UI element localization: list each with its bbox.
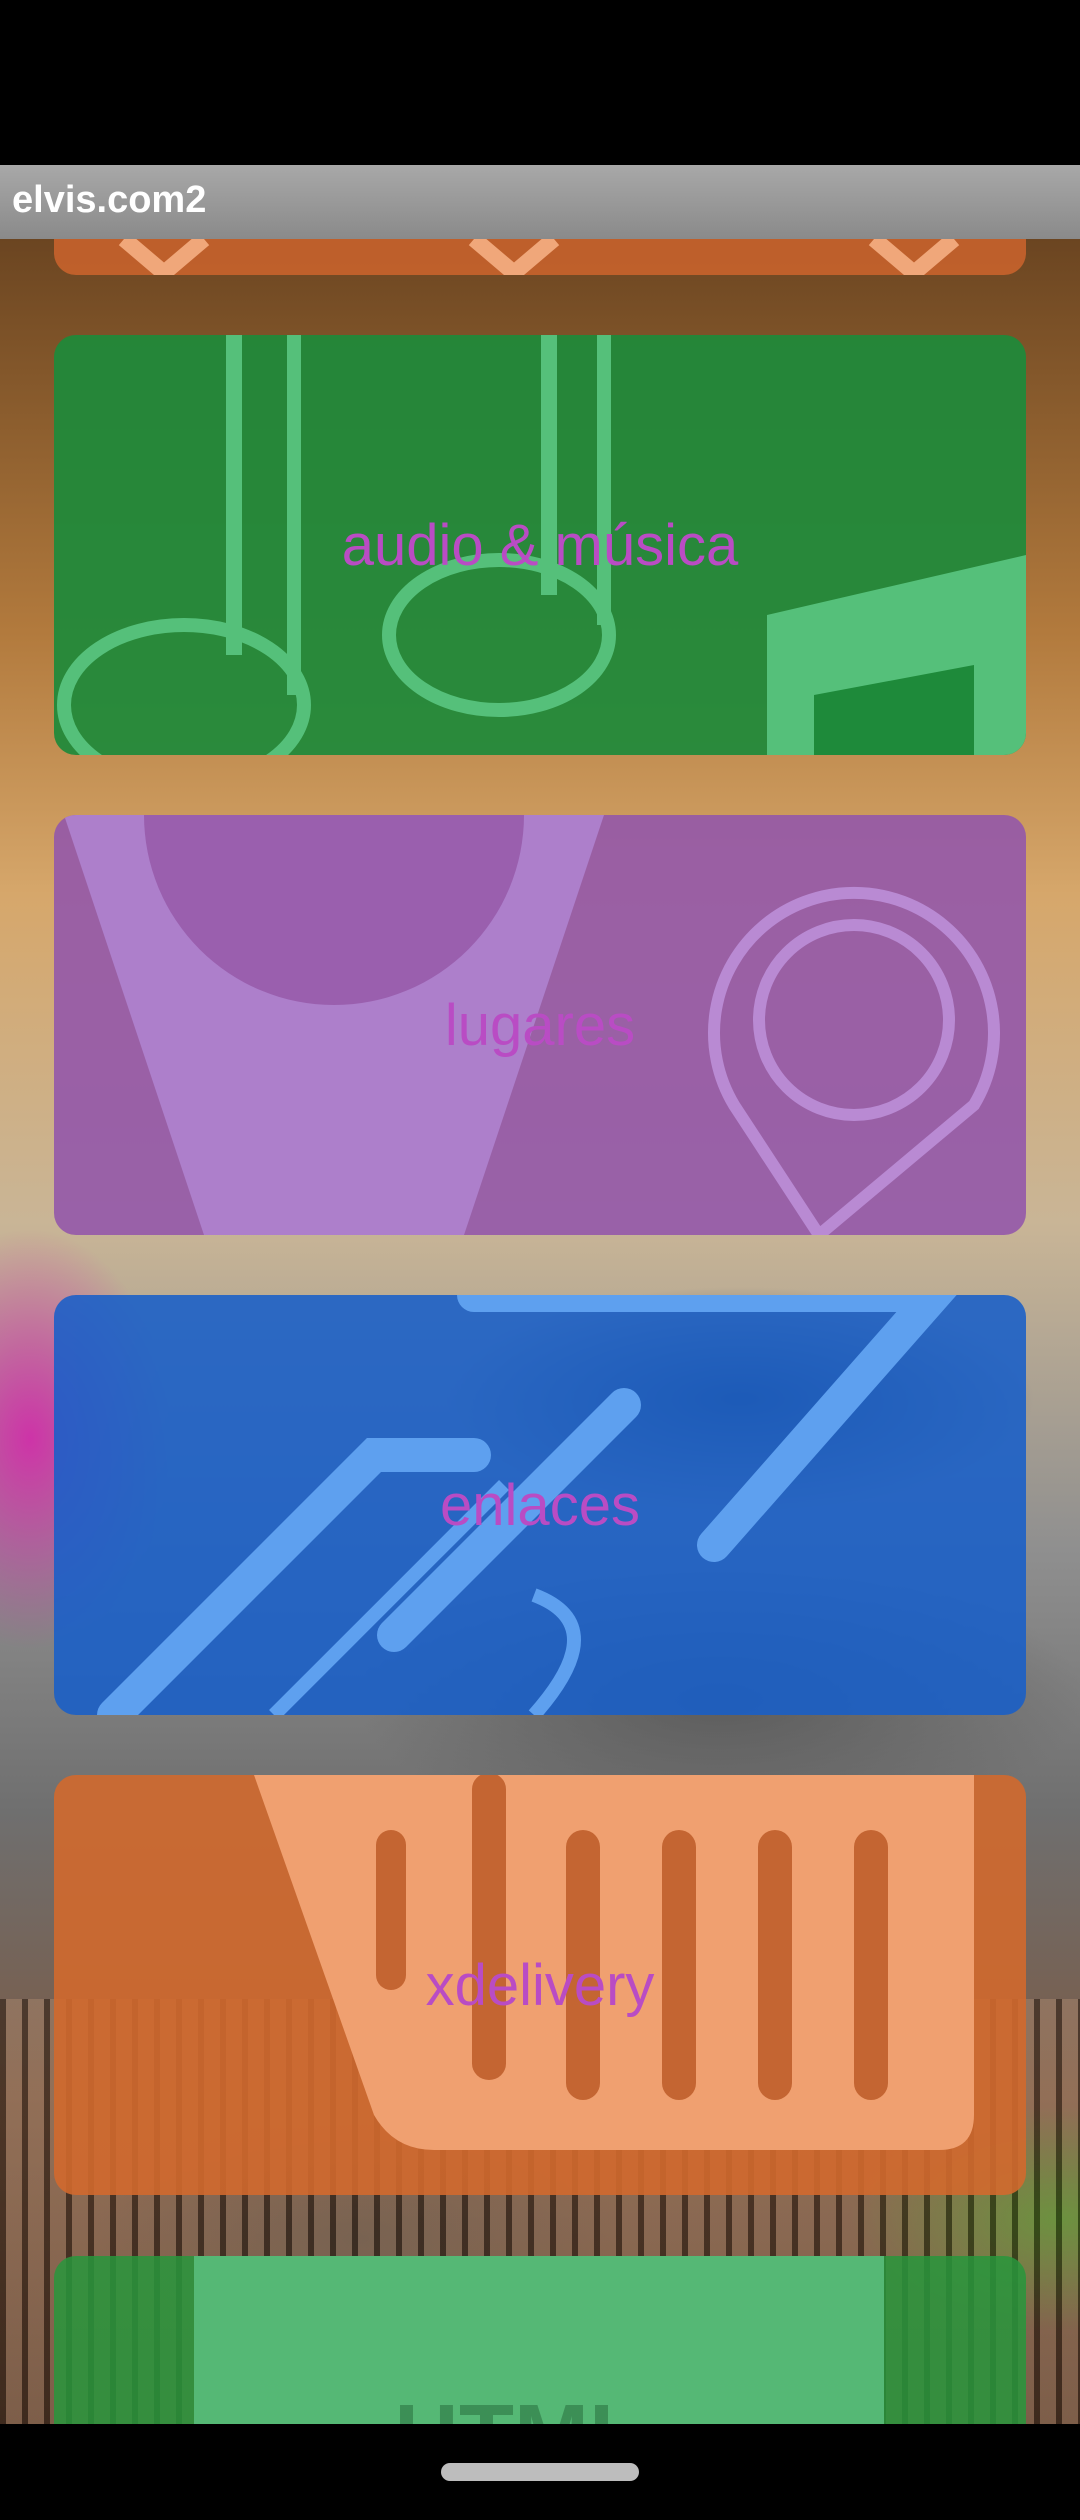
status-bar bbox=[0, 0, 1080, 165]
navigation-bar bbox=[0, 2424, 1080, 2520]
card-label: xdelivery bbox=[425, 1952, 655, 2018]
app-bar: elvis.com2 bbox=[0, 165, 1080, 239]
card-partial-top[interactable] bbox=[54, 239, 1026, 275]
card-xdelivery[interactable]: xdelivery bbox=[54, 1775, 1026, 2195]
chevron-pattern-icon bbox=[118, 239, 960, 275]
card-label: enlaces bbox=[440, 1472, 640, 1538]
card-label: HTML bbox=[394, 2386, 644, 2424]
card-enlaces[interactable]: enlaces bbox=[54, 1295, 1026, 1715]
card-partial-bottom[interactable]: HTML bbox=[54, 2256, 1026, 2424]
card-lugares[interactable]: lugares bbox=[54, 815, 1026, 1235]
home-gesture-handle[interactable] bbox=[441, 2463, 639, 2481]
card-label: audio & música bbox=[341, 512, 739, 578]
card-label: lugares bbox=[444, 992, 636, 1058]
app-title: elvis.com2 bbox=[12, 179, 207, 221]
card-audio-musica[interactable]: audio & música bbox=[54, 335, 1026, 755]
